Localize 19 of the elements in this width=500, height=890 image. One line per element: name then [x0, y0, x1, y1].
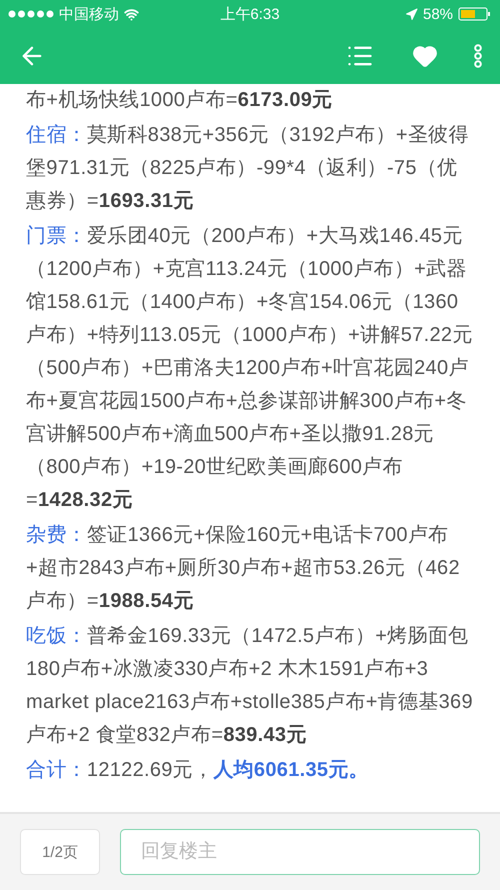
post-paragraph: 门票：爱乐团40元（200卢布）+大马戏146.45元（1200卢布）+克宫113.24元（1000卢布）+武器馆158.61元（1400卢布）+冬宫154.06元（1360卢布）+特列113.05元（1000卢布）+讲解57.22元（500卢布）+巴甫洛夫1200卢布+叶宫花园240卢布+夏宫花园1500卢布+总参谋部讲解300卢布+冬宫讲解500卢布+滴血500卢布+圣以撒91.28元（800卢布）+19-20世纪欧美画廊600卢布=1428.32元: [26, 224, 474, 513]
page-button[interactable]: 1/2页: [20, 829, 100, 875]
battery-percent: 58%: [422, 6, 454, 22]
more-icon: [474, 44, 482, 68]
status-time: 上午6:33: [220, 4, 280, 24]
post-paragraph: 杂费：签证1366元+保险160元+电话卡700卢布+超市2843卢布+厕所30卢布+超市53.26元（462卢布）=1988.54元: [26, 523, 461, 614]
more-button[interactable]: [474, 44, 482, 68]
reply-field[interactable]: 回复楼主: [120, 829, 480, 875]
wifi-icon: [124, 6, 139, 22]
post-paragraph: 合计：12122.69元，人均6061.35元。: [26, 758, 370, 783]
post-paragraph: 吃饭：普希金169.33元（1472.5卢布）+烤肠面包180卢布+冰激凌330卢布+2 木木1591卢布+3 market place2163卢布+stolle385卢布+肯德基369卢布+2 食堂832卢布=839.43元: [26, 624, 474, 748]
location-icon: [404, 8, 418, 20]
post-paragraph: 住宿：莫斯科838元+356元（3192卢布）+圣彼得堡971.31元（8225卢布）-99*4（返利）-75（优惠券）=1693.31元: [26, 123, 470, 214]
battery-icon: [458, 6, 492, 22]
favorite-button[interactable]: [412, 43, 438, 69]
signal-icon: [8, 10, 54, 18]
heart-icon: [412, 43, 438, 69]
post-paragraph: 布+机场快线1000卢布=6173.09元: [26, 88, 334, 113]
carrier-name: 中国移动: [59, 4, 119, 24]
